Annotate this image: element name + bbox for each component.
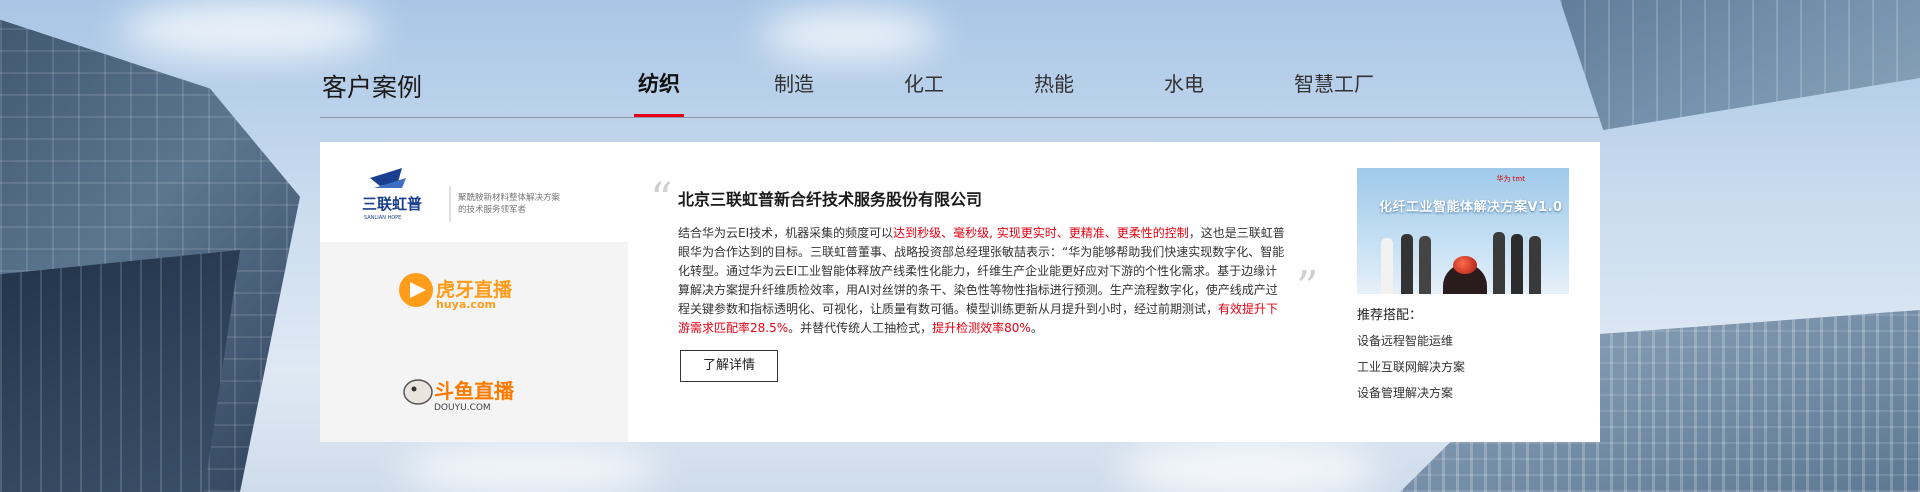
person-figure — [1381, 238, 1393, 294]
tab-chemical[interactable]: 化工 — [904, 68, 944, 118]
cloud — [120, 0, 380, 60]
desc-highlight-1: 达到秒级、毫秒级, 实现更实时、更精准、更柔性的控制 — [893, 226, 1189, 240]
douyu-logo: 斗鱼直播 DOUYU.COM — [403, 379, 515, 413]
recommend-panel: 华为 tmt 化纤工业智能体解决方案V1.0 推荐搭配： 设备远程智能运维 工业… — [1357, 168, 1577, 401]
tab-smart-factory[interactable]: 智慧工厂 — [1294, 68, 1374, 118]
building-left-lower — [0, 250, 240, 492]
client-logo-list: 三联虹普 SANLIAN HOPE 聚酰胺新材料整体解决方案 的技术服务领军者 … — [320, 142, 628, 442]
launch-orb-icon — [1453, 256, 1477, 274]
photo-title: 化纤工业智能体解决方案V1.0 — [1379, 200, 1563, 215]
recommend-item[interactable]: 工业互联网解决方案 — [1357, 358, 1577, 375]
sanlian-slogan-1: 聚酰胺新材料整体解决方案 — [458, 192, 561, 203]
photo-brands: 华为 tmt — [1496, 175, 1525, 183]
company-name: 北京三联虹普新合纤技术服务股份有限公司 — [678, 190, 983, 209]
client-logo-huya[interactable]: 虎牙直播 huya.com — [320, 242, 628, 342]
desc-highlight-3: 提升检测效率80% — [932, 321, 1031, 335]
client-logo-sanlian[interactable]: 三联虹普 SANLIAN HOPE 聚酰胺新材料整体解决方案 的技术服务领军者 — [320, 142, 628, 242]
learn-more-button[interactable]: 了解详情 — [680, 350, 778, 382]
person-figure — [1493, 232, 1505, 294]
douyu-fish-icon — [403, 379, 433, 405]
event-photo: 华为 tmt 化纤工业智能体解决方案V1.0 — [1357, 168, 1569, 294]
tab-manufacturing[interactable]: 制造 — [774, 68, 814, 118]
tab-thermal[interactable]: 热能 — [1034, 68, 1074, 118]
quote-open-icon: “ — [650, 174, 673, 225]
person-figure — [1529, 236, 1541, 294]
client-logo-douyu[interactable]: 斗鱼直播 DOUYU.COM — [320, 342, 628, 442]
recommend-title: 推荐搭配： — [1357, 308, 1423, 323]
tab-hydropower[interactable]: 水电 — [1164, 68, 1204, 118]
huya-logo: 虎牙直播 huya.com — [399, 273, 513, 311]
douyu-eye-icon — [411, 386, 417, 392]
desc-text-4: 。 — [1030, 321, 1043, 335]
cloud — [1120, 440, 1380, 492]
sanlian-slogan-2: 的技术服务领军者 — [458, 204, 527, 215]
person-figure — [1401, 234, 1413, 294]
desc-text-3: 。并替代传统人工抽检式， — [788, 321, 933, 335]
cloud — [760, 10, 940, 60]
recommend-item[interactable]: 设备远程智能运维 — [1357, 332, 1577, 349]
person-figure — [1419, 236, 1431, 294]
case-description: 结合华为云EI技术，机器采集的频度可以达到秒级、毫秒级, 实现更实时、更精准、更… — [678, 224, 1288, 338]
douyu-sub: DOUYU.COM — [434, 403, 491, 413]
header-divider — [320, 117, 1600, 118]
industry-tabs: 纺织 制造 化工 热能 水电 智慧工厂 — [320, 56, 1600, 118]
person-figure — [1511, 234, 1523, 294]
cloud — [400, 445, 660, 492]
case-header: 客户案例 纺织 制造 化工 热能 水电 智慧工厂 — [320, 56, 1600, 118]
desc-text-1: 结合华为云EI技术，机器采集的频度可以 — [678, 226, 894, 240]
sanlian-logo: 三联虹普 SANLIAN HOPE 聚酰胺新材料整体解决方案 的技术服务领军者 — [362, 168, 561, 222]
recommend-item[interactable]: 设备管理解决方案 — [1357, 384, 1577, 401]
huya-sub: huya.com — [436, 298, 496, 311]
tab-textile[interactable]: 纺织 — [634, 68, 684, 118]
building-right-top — [1560, 0, 1920, 130]
sanlian-name: 三联虹普 — [362, 195, 422, 213]
quote-close-icon: ” — [1296, 262, 1319, 313]
douyu-name: 斗鱼直播 — [434, 379, 515, 403]
sanlian-sub: SANLIAN HOPE — [364, 215, 401, 221]
